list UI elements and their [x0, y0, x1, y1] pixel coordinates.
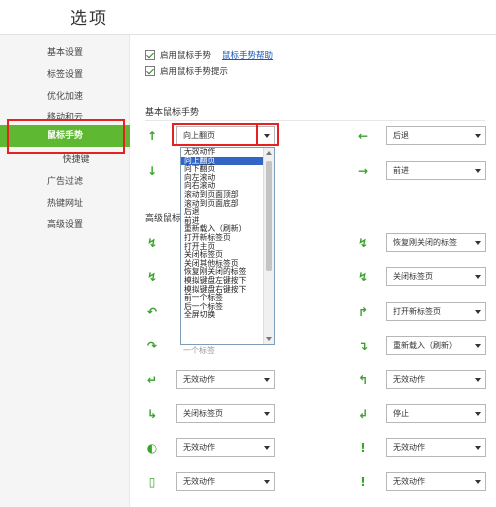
sidebar-item-shortcuts[interactable]: 快捷键 — [0, 152, 130, 166]
mouse-right-select[interactable]: 无效动作 — [386, 472, 486, 491]
chevron-down-icon — [475, 310, 481, 314]
gesture-right-left-icon: ↯ — [357, 236, 369, 250]
chevron-down-icon — [264, 480, 270, 484]
reload-select[interactable]: 重新载入（刷新） — [386, 336, 486, 355]
gesture-right-value: 前进 — [393, 166, 409, 175]
stop-select[interactable]: 停止 — [386, 404, 486, 423]
scroll-thumb[interactable] — [266, 161, 272, 271]
gesture-left-down-icon: ↲ — [357, 407, 369, 421]
wheel-down-select[interactable]: 无效动作 — [176, 472, 275, 491]
stop-value: 停止 — [393, 409, 409, 418]
chevron-down-icon — [264, 378, 270, 382]
reload-value: 重新载入（刷新） — [393, 341, 457, 350]
gesture-down-right-icon: ↳ — [146, 407, 158, 421]
sidebar-item-ad-filter[interactable]: 广告过滤 — [0, 174, 130, 188]
gesture-up-right-icon: ↷ — [146, 339, 158, 353]
enable-gesture-tip-row: 启用鼠标手势提示 — [145, 65, 228, 77]
gesture-down-right-value: 关闭标签页 — [183, 409, 223, 418]
gesture-left-up-select[interactable]: 无效动作 — [386, 370, 486, 389]
sidebar-item-tab-settings[interactable]: 标签设置 — [0, 67, 130, 81]
gesture-left-right-icon: ↯ — [357, 270, 369, 284]
sidebar: 基本设置 标签设置 优化加速 移动和云 鼠标手势 快捷键 广告过滤 热键网址 高… — [0, 35, 130, 507]
chevron-down-icon — [475, 134, 481, 138]
page-title: 选项 — [70, 9, 108, 29]
gesture-down-right-select[interactable]: 关闭标签页 — [176, 404, 275, 423]
dropdown-scrollbar[interactable] — [263, 148, 274, 344]
enable-gesture-checkbox[interactable] — [145, 50, 155, 60]
hidden-select-partial-label: 一个标签 — [183, 346, 215, 355]
chevron-down-icon — [475, 446, 481, 450]
restore-closed-tab-select[interactable]: 恢复刚关闭的标签 — [386, 233, 486, 252]
restore-closed-tab-value: 恢复刚关闭的标签 — [393, 238, 457, 247]
sidebar-item-hotkey-urls[interactable]: 热键网址 — [0, 196, 130, 210]
chevron-down-icon — [264, 446, 270, 450]
highlight-box-sidebar — [7, 119, 125, 154]
advanced-gestures-title: 高级鼠标 — [145, 214, 182, 224]
basic-gestures-title: 基本鼠标手势 — [145, 108, 200, 118]
enable-gesture-tip-checkbox[interactable] — [145, 66, 155, 76]
chevron-down-icon — [475, 275, 481, 279]
enable-gesture-label: 启用鼠标手势 — [160, 51, 212, 61]
sidebar-item-advanced[interactable]: 高级设置 — [0, 217, 130, 231]
gesture-left-up-value: 无效动作 — [393, 375, 425, 384]
gesture-up-left-icon: ↶ — [146, 305, 158, 319]
gesture-down-up-icon: ↯ — [146, 236, 158, 250]
open-new-tab-select[interactable]: 打开新标签页 — [386, 302, 486, 321]
arrow-up-icon: ↑ — [146, 129, 158, 143]
chevron-down-icon — [475, 480, 481, 484]
wheel-down-value: 无效动作 — [183, 477, 215, 486]
close-tab-value: 关闭标签页 — [393, 272, 433, 281]
mouse-left-value: 无效动作 — [393, 443, 425, 452]
mouse-button-left-icon: ! — [360, 441, 366, 455]
open-new-tab-value: 打开新标签页 — [393, 307, 441, 316]
mouse-wheel-up-icon: ◐ — [146, 441, 158, 455]
gesture-down-left-icon: ↵ — [146, 373, 158, 387]
arrow-down-icon: ↓ — [146, 164, 158, 178]
enable-gesture-row: 启用鼠标手势 鼠标手势帮助 — [145, 49, 273, 61]
gesture-dropdown-list[interactable]: 无效动作 向上翻页 向下翻页 向左滚动 向右滚动 滚动到页面顶部 滚动到页面底部… — [180, 147, 275, 345]
gesture-right-select[interactable]: 前进 — [386, 161, 486, 180]
scroll-down-icon[interactable] — [266, 337, 272, 341]
sidebar-item-basic-settings[interactable]: 基本设置 — [0, 45, 130, 59]
mouse-button-right-icon: ! — [360, 475, 366, 489]
chevron-down-icon — [264, 412, 270, 416]
chevron-down-icon — [475, 169, 481, 173]
chevron-down-icon — [475, 378, 481, 382]
gesture-left-value: 后退 — [393, 131, 409, 140]
wheel-up-value: 无效动作 — [183, 443, 215, 452]
arrow-left-icon: ← — [357, 129, 369, 143]
dropdown-option[interactable]: 全屏切换 — [181, 311, 274, 320]
chevron-down-icon — [475, 344, 481, 348]
sidebar-item-optimize[interactable]: 优化加速 — [0, 89, 130, 103]
highlight-box-arrow — [256, 123, 279, 146]
basic-gestures-divider — [145, 120, 485, 121]
chevron-down-icon — [475, 412, 481, 416]
gesture-left-select[interactable]: 后退 — [386, 126, 486, 145]
gesture-help-link[interactable]: 鼠标手势帮助 — [222, 49, 273, 61]
arrow-right-icon: → — [357, 164, 369, 178]
wheel-up-select[interactable]: 无效动作 — [176, 438, 275, 457]
scroll-up-icon[interactable] — [266, 151, 272, 155]
close-tab-select[interactable]: 关闭标签页 — [386, 267, 486, 286]
gesture-left-up-icon: ↰ — [357, 373, 369, 387]
gesture-down-left-select[interactable]: 无效动作 — [176, 370, 275, 389]
mouse-left-select[interactable]: 无效动作 — [386, 438, 486, 457]
gesture-right-up-icon: ↱ — [357, 305, 369, 319]
gesture-right-down-icon: ↴ — [357, 339, 369, 353]
gesture-up-down-icon: ↯ — [146, 270, 158, 284]
mouse-right-value: 无效动作 — [393, 477, 425, 486]
enable-gesture-tip-label: 启用鼠标手势提示 — [160, 67, 229, 77]
gesture-down-left-value: 无效动作 — [183, 375, 215, 384]
chevron-down-icon — [475, 241, 481, 245]
mouse-wheel-down-icon: ▯ — [148, 475, 156, 489]
